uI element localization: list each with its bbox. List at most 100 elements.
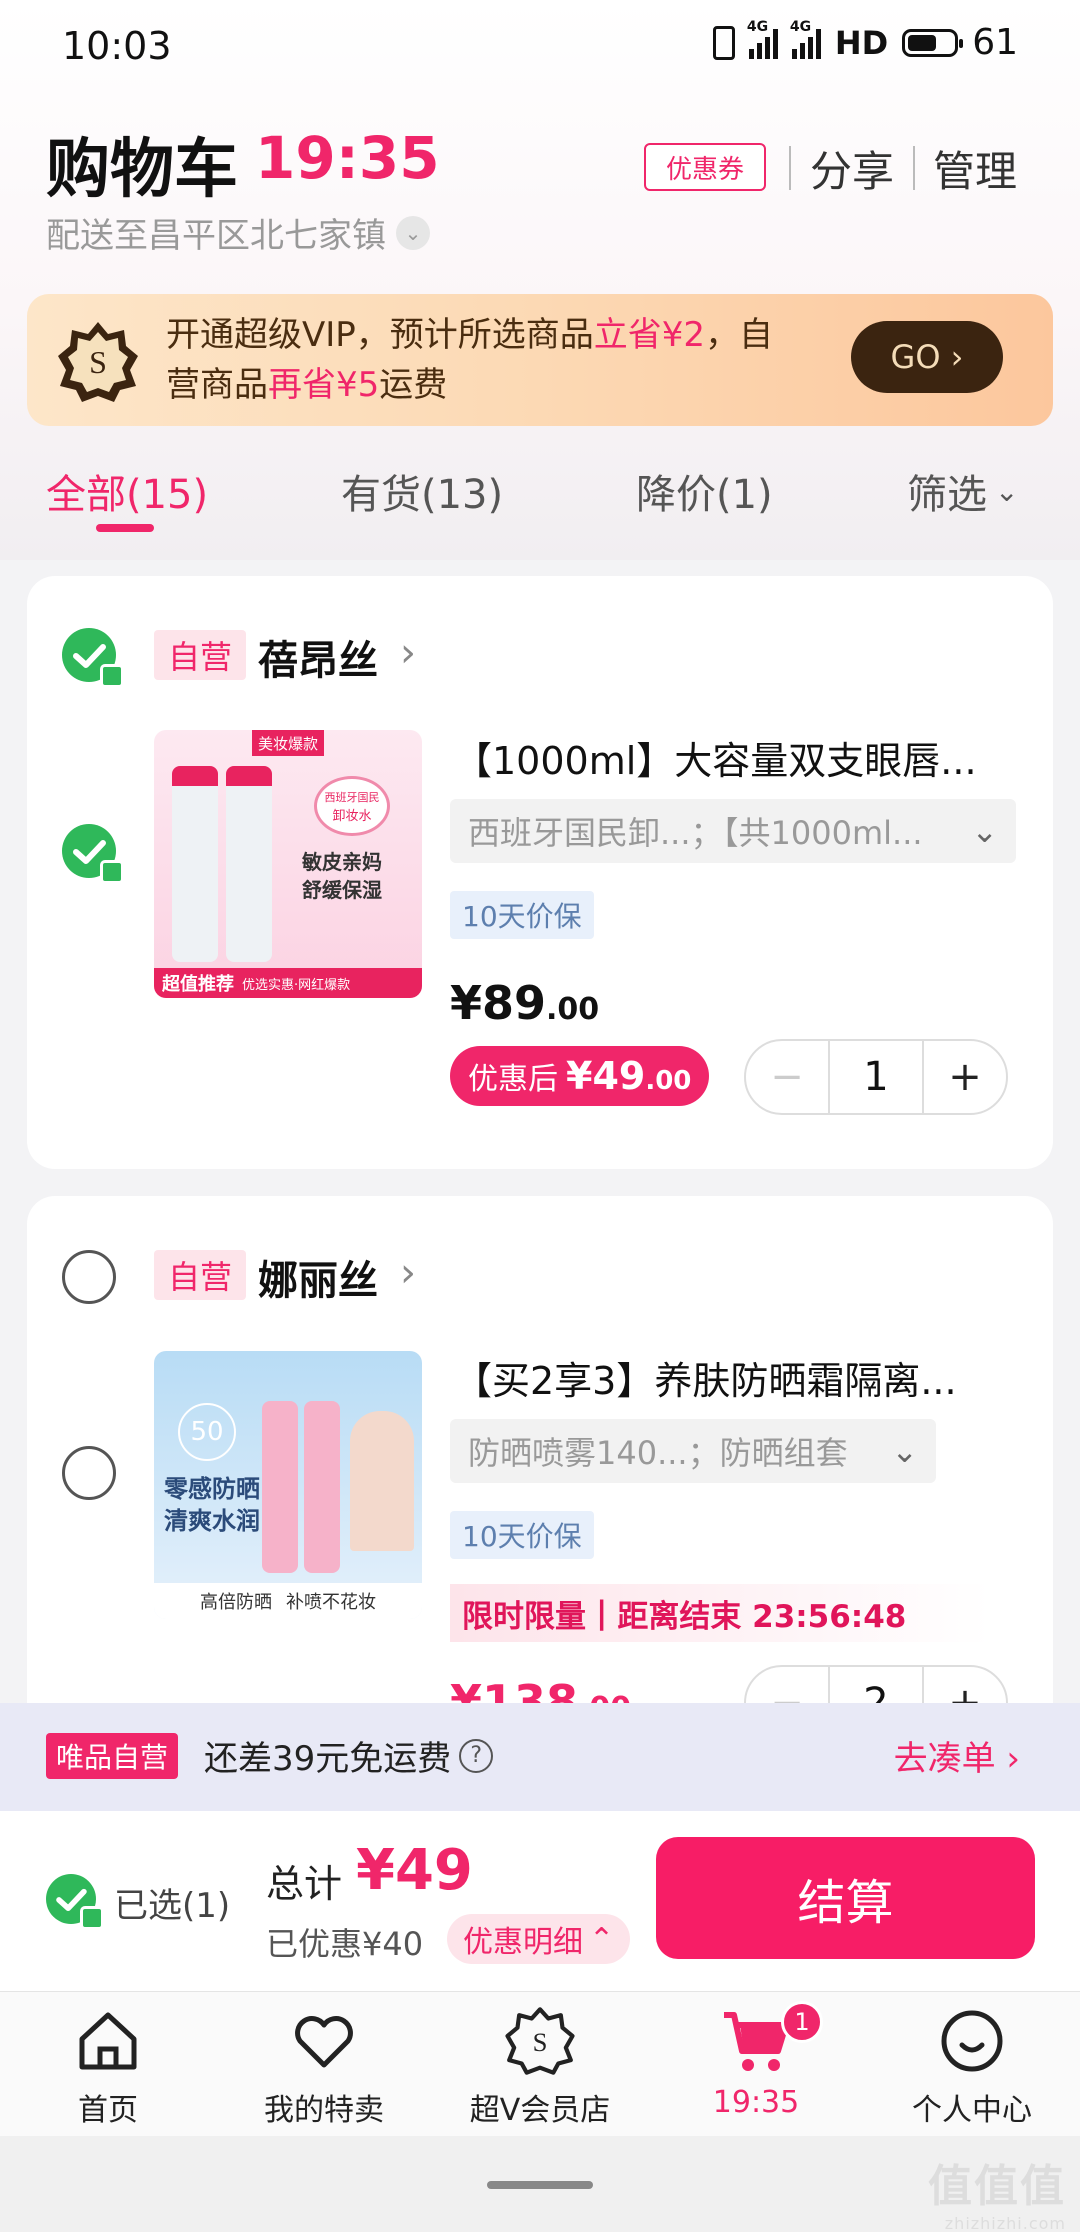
chevron-down-icon: ⌄ xyxy=(971,812,998,850)
limited-time-banner: 限时限量 | 距离结束 23:56:48 xyxy=(450,1584,990,1642)
model-graphic xyxy=(350,1411,414,1551)
signal-icon: 4G xyxy=(747,19,778,59)
select-all-checkbox[interactable] xyxy=(46,1874,104,1930)
discount-detail-button[interactable]: 优惠明细 ⌃ xyxy=(447,1914,631,1964)
discount-detail-label: 优惠明细 xyxy=(463,1925,583,1960)
product-title[interactable]: 【1000ml】大容量双支眼唇... xyxy=(454,730,977,785)
nav-label: 首页 xyxy=(78,2093,138,2128)
nav-label: 个人中心 xyxy=(912,2093,1032,2128)
page-title: 购物车 xyxy=(46,133,238,207)
manage-button[interactable]: 管理 xyxy=(933,138,1017,199)
self-operated-tag: 自营 xyxy=(154,630,247,680)
discount-amount: 已优惠¥40 xyxy=(266,1925,424,1963)
address-text: 配送至昌平区北七家镇 xyxy=(46,216,386,256)
divider xyxy=(913,146,915,190)
battery-icon xyxy=(902,28,964,57)
shop-select-checkbox[interactable] xyxy=(62,1250,116,1304)
tab-indicator xyxy=(96,524,154,532)
status-time: 10:03 xyxy=(62,24,172,68)
battery-level: 61 xyxy=(972,22,1018,63)
filter-label: 筛选 xyxy=(907,472,987,518)
spec-selector[interactable]: 防晒喷雾140...；防晒组套 ⌄ xyxy=(450,1419,936,1483)
shop-name[interactable]: 娜丽丝 xyxy=(258,1248,378,1306)
cart-count-badge: 1 xyxy=(781,2001,823,2043)
image-top-label: 美妆爆款 xyxy=(252,730,324,756)
quantity-value[interactable]: 1 xyxy=(830,1041,922,1113)
heart-icon xyxy=(288,2005,360,2077)
nav-home[interactable]: 首页 xyxy=(8,2005,208,2129)
item-select-checkbox[interactable] xyxy=(62,1446,116,1500)
product-image[interactable]: 美妆爆款 西班牙国民 卸妆水 敏皮亲妈 舒缓保湿 超值推荐 优选实惠·网红爆款 xyxy=(154,730,422,998)
tab-filter[interactable]: 筛选 ⌄ xyxy=(907,462,1018,520)
watermark: 值值值 zhizhizhi.com xyxy=(928,2161,1066,2232)
quantity-stepper[interactable]: − 1 + xyxy=(744,1039,1008,1115)
chevron-down-icon: ⌄ xyxy=(891,1432,918,1470)
checkout-button[interactable]: 结算 xyxy=(656,1837,1035,1959)
nav-vip-store[interactable]: S 超V会员店 xyxy=(440,2005,640,2129)
cart-timer: 19:35 xyxy=(255,124,440,192)
shop-name[interactable]: 蓓昂丝 xyxy=(258,628,378,686)
vibrate-icon xyxy=(712,25,735,60)
nav-profile[interactable]: 个人中心 xyxy=(872,2005,1072,2129)
total-value: ¥49 xyxy=(356,1838,473,1903)
chevron-down-icon: ⌄ xyxy=(995,474,1019,508)
home-indicator[interactable] xyxy=(487,2181,593,2189)
nav-my-sale[interactable]: 我的特卖 xyxy=(224,2005,424,2129)
total-label: 总计 xyxy=(266,1862,343,1906)
after-discount-price: 优惠后 ¥49.00 xyxy=(450,1046,710,1106)
selected-count: 已选(1) xyxy=(114,1886,231,1926)
nav-cart[interactable]: 19:35 xyxy=(656,2005,856,2120)
decrease-button[interactable]: − xyxy=(746,1041,830,1113)
hd-label: HD xyxy=(834,23,889,62)
smile-icon xyxy=(936,2005,1008,2077)
vip-go-button[interactable]: GO › xyxy=(851,321,1003,393)
vip-badge-icon: S xyxy=(504,2005,576,2077)
vip-banner-text: 开通超级VIP，预计所选商品立省¥2，自营商品再省¥5运费 xyxy=(166,315,774,405)
item-select-checkbox[interactable] xyxy=(62,824,124,884)
tab-price-drop[interactable]: 降价(1) xyxy=(636,462,773,520)
tab-all[interactable]: 全部(15) xyxy=(46,462,208,520)
lock-icon xyxy=(100,664,124,688)
svg-text:S: S xyxy=(533,2027,548,2057)
svg-text:S: S xyxy=(89,344,107,380)
image-bottom-banner: 超值推荐 优选实惠·网红爆款 xyxy=(154,968,422,998)
image-copy: 零感防晒 清爽水润 xyxy=(164,1475,260,1535)
add-more-link[interactable]: 去凑单 › xyxy=(894,1731,1020,1780)
image-bottom-banner: 高倍防晒 补喷不花妆 xyxy=(154,1583,422,1619)
spec-selector[interactable]: 西班牙国民卸...；【共1000ml... ⌄ xyxy=(450,799,1016,863)
bottle-graphic xyxy=(262,1401,298,1573)
vip-self-tag: 唯品自营 xyxy=(46,1733,179,1779)
bottle-graphic xyxy=(226,766,272,962)
product-image[interactable]: 50 零感防晒 清爽水润 高倍防晒 补喷不花妆 xyxy=(154,1351,422,1619)
product-price: ¥89.00 xyxy=(450,976,600,1030)
self-operated-tag: 自营 xyxy=(154,1250,247,1300)
nav-label: 我的特卖 xyxy=(264,2093,384,2128)
chevron-right-icon[interactable]: › xyxy=(400,630,416,676)
increase-button[interactable]: + xyxy=(922,1041,1006,1113)
image-badge: 西班牙国民 卸妆水 xyxy=(314,776,390,836)
image-copy: 敏皮亲妈 舒缓保湿 xyxy=(302,850,382,902)
product-title[interactable]: 【买2享3】养肤防晒霜隔离... xyxy=(454,1350,957,1405)
vip-s-badge-icon: S xyxy=(58,322,138,402)
signal-icon: 4G xyxy=(790,19,821,59)
chevron-up-icon: ⌃ xyxy=(589,1921,615,1957)
tab-in-stock[interactable]: 有货(13) xyxy=(341,462,503,520)
spec-text: 防晒喷雾140...；防晒组套 xyxy=(468,1434,848,1472)
spec-text: 西班牙国民卸...；【共1000ml... xyxy=(468,814,923,852)
price-guarantee-tag: 10天价保 xyxy=(450,891,594,939)
shop-select-checkbox[interactable] xyxy=(62,628,124,688)
help-icon[interactable]: ? xyxy=(459,1738,494,1773)
nav-label: 19:35 xyxy=(712,2085,800,2120)
share-button[interactable]: 分享 xyxy=(810,138,894,199)
shipping-text: 还差39元免运费 ? xyxy=(204,1731,494,1780)
lock-icon xyxy=(80,1906,104,1930)
chevron-right-icon[interactable]: › xyxy=(400,1250,416,1296)
nav-label: 超V会员店 xyxy=(469,2093,611,2128)
bottle-graphic xyxy=(304,1401,340,1573)
spf-badge: 50 xyxy=(178,1403,236,1461)
delivery-address[interactable]: 配送至昌平区北七家镇 ⌄ xyxy=(46,208,430,257)
divider xyxy=(789,146,791,190)
coupon-button[interactable]: 优惠券 xyxy=(644,143,766,191)
status-icons: 4G 4G HD 61 xyxy=(712,19,1018,63)
chevron-down-icon: ⌄ xyxy=(396,215,430,250)
